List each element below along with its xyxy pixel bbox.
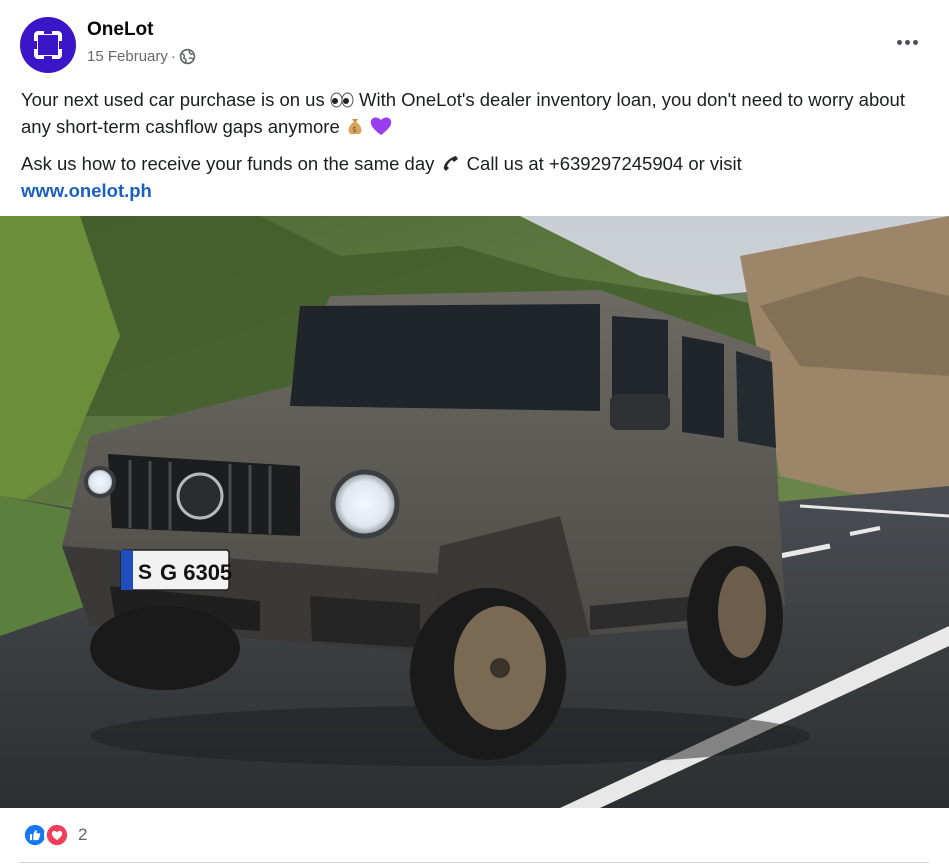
caption-text-1a: Your next used car purchase is on us (21, 89, 325, 110)
money-bag-emoji: $ (348, 119, 362, 134)
post-footer: 2 (0, 808, 949, 865)
post-header: OneLot 15 February · (0, 0, 949, 78)
post-photo[interactable]: S G 6305 (0, 216, 949, 808)
more-options-button[interactable] (887, 28, 927, 56)
post-caption: Your next used car purchase is on us Wit… (21, 86, 921, 214)
car-photo-illustration: S G 6305 (0, 216, 949, 808)
website-link[interactable]: www.onelot.ph (21, 180, 152, 201)
post-meta: 15 February · (87, 48, 196, 65)
meta-separator: · (170, 48, 176, 65)
caption-paragraph-2: Ask us how to receive your funds on the … (21, 150, 921, 204)
caption-text-2b: Call us at +639297245904 or visit (466, 153, 742, 174)
eyes-emoji (330, 92, 354, 108)
purple-heart-emoji (370, 117, 392, 135)
more-icon (896, 39, 902, 45)
license-plate-number: G 6305 (160, 560, 232, 585)
page-avatar[interactable] (20, 17, 76, 73)
license-plate-prefix: S (138, 561, 152, 584)
facebook-post: OneLot 15 February · Your next used car … (0, 0, 949, 865)
onelot-logo-icon (31, 28, 65, 62)
globe-icon[interactable] (179, 48, 196, 65)
post-date[interactable]: 15 February (87, 48, 168, 65)
svg-text:$: $ (352, 125, 357, 134)
love-reaction-icon (44, 822, 70, 848)
telephone-emoji (443, 156, 458, 171)
reaction-summary[interactable]: 2 (22, 822, 87, 848)
more-icon-dot (904, 39, 910, 45)
page-name[interactable]: OneLot (87, 19, 154, 41)
reaction-count: 2 (78, 825, 88, 844)
caption-text-2a: Ask us how to receive your funds on the … (21, 153, 435, 174)
caption-paragraph-1: Your next used car purchase is on us Wit… (21, 86, 921, 140)
more-icon-dot (912, 39, 918, 45)
footer-divider (20, 862, 929, 863)
